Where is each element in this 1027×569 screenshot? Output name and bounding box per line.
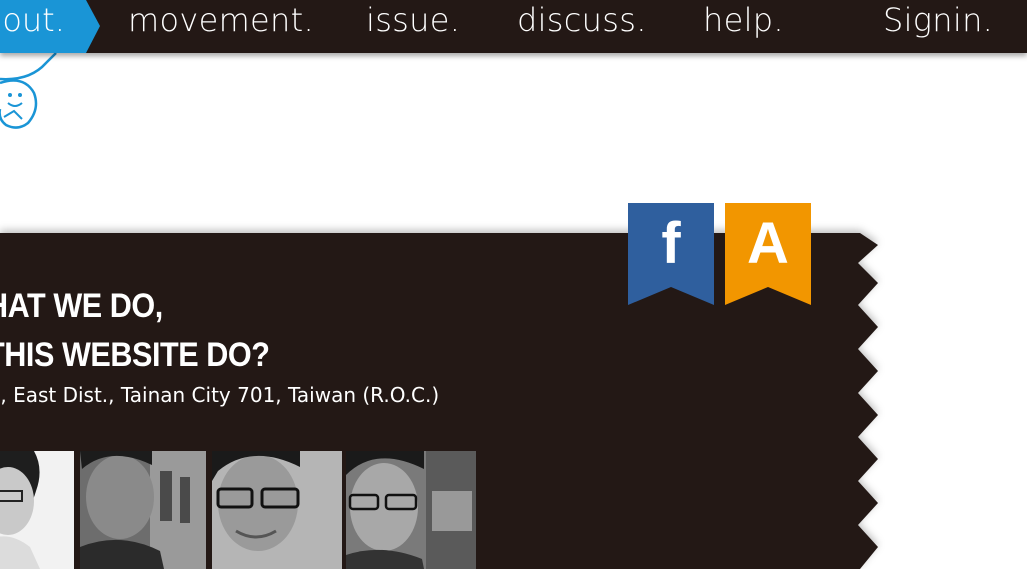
mascot-icon [0,52,57,129]
facebook-letter: f [661,211,681,276]
address-text: ., East Dist., Tainan City 701, Taiwan (… [0,383,440,407]
team-photo-2[interactable] [80,451,206,569]
mascot-logo[interactable] [0,52,60,133]
nav-item-movement[interactable]: movement. [128,0,314,40]
a-badge-letter: A [747,211,789,276]
nav-item-about-label: bout. [0,1,65,39]
person-photo-icon [212,451,342,569]
person-photo-icon [0,451,74,569]
nav-item-about[interactable]: bout. [0,0,100,53]
nav-item-help[interactable]: help. [703,0,784,40]
a-badge-button[interactable]: A [725,203,811,305]
team-photo-4[interactable] [346,451,476,569]
headline-line-2: THIS WEBSITE DO? [0,336,270,374]
person-photo-icon [346,451,476,569]
team-photo-1[interactable] [0,451,74,569]
top-nav: bout. movement. issue. discuss. help. Si… [0,0,1027,53]
facebook-badge-button[interactable]: f [628,203,714,305]
headline-line-1: HAT WE DO, [0,287,163,325]
team-photo-3[interactable] [212,451,342,569]
nav-item-issue[interactable]: issue. [366,0,460,40]
person-photo-icon [80,451,206,569]
nav-item-signin[interactable]: Signin. [883,0,993,40]
nav-item-discuss[interactable]: discuss. [517,0,647,40]
